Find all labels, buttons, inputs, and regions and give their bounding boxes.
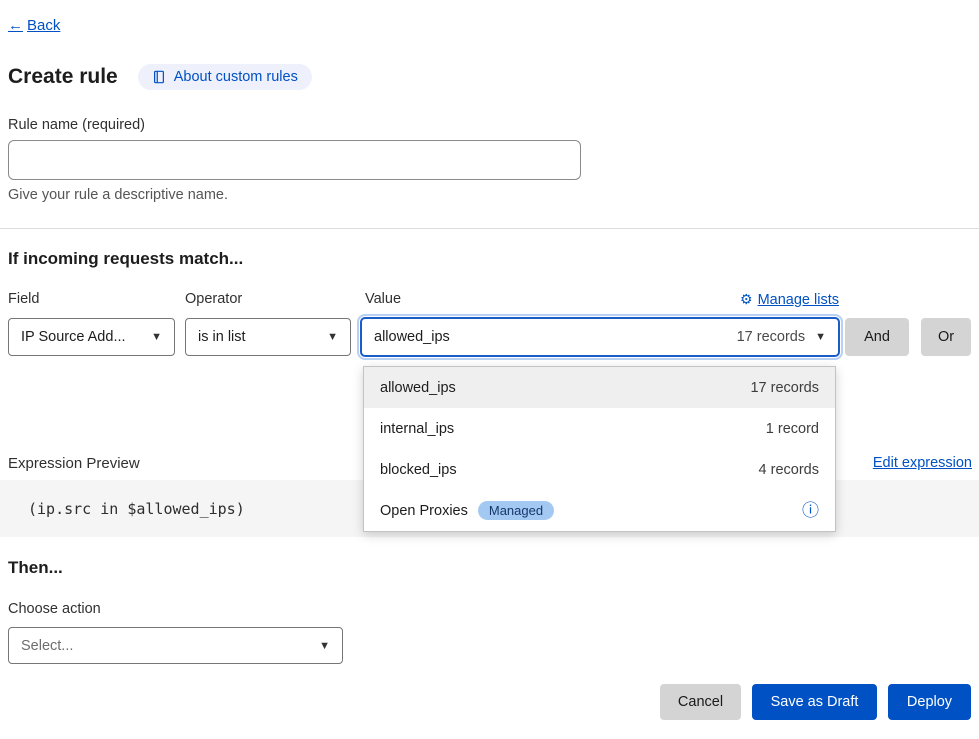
list-item-records: 4 records bbox=[759, 462, 819, 478]
action-select[interactable]: Select... ▼ bbox=[8, 627, 343, 664]
about-custom-rules-label: About custom rules bbox=[174, 69, 298, 85]
chevron-down-icon: ▼ bbox=[815, 331, 826, 343]
field-label: Field bbox=[8, 291, 39, 307]
list-item-records: 1 record bbox=[766, 421, 819, 437]
back-label: Back bbox=[27, 17, 60, 34]
list-item-name: allowed_ips bbox=[380, 380, 456, 396]
field-select-value: IP Source Add... bbox=[21, 329, 126, 345]
book-icon bbox=[152, 70, 166, 84]
chevron-down-icon: ▼ bbox=[319, 640, 330, 652]
back-link[interactable]: ← Back bbox=[8, 17, 60, 34]
value-dropdown-panel: allowed_ips 17 records internal_ips 1 re… bbox=[363, 366, 836, 532]
value-select[interactable]: allowed_ips 17 records ▼ bbox=[360, 317, 840, 357]
value-select-value: allowed_ips bbox=[374, 329, 450, 345]
rule-name-input[interactable] bbox=[8, 140, 581, 180]
manage-lists-link[interactable]: ⚙ Manage lists bbox=[740, 291, 839, 308]
back-arrow-icon: ← bbox=[8, 17, 23, 34]
list-item-records: 17 records bbox=[750, 380, 819, 396]
action-select-placeholder: Select... bbox=[21, 638, 73, 654]
then-section-title: Then... bbox=[8, 558, 63, 578]
save-draft-button[interactable]: Save as Draft bbox=[752, 684, 877, 720]
or-button[interactable]: Or bbox=[921, 318, 971, 356]
divider bbox=[0, 228, 979, 229]
expression-preview-label: Expression Preview bbox=[8, 455, 140, 472]
value-label: Value bbox=[365, 291, 401, 307]
list-item-blocked-ips[interactable]: blocked_ips 4 records bbox=[364, 449, 835, 490]
managed-badge: Managed bbox=[478, 501, 554, 520]
list-item-open-proxies[interactable]: Open Proxies Managed ⓘ bbox=[364, 490, 835, 531]
chevron-down-icon: ▼ bbox=[151, 331, 162, 343]
list-item-allowed-ips[interactable]: allowed_ips 17 records bbox=[364, 367, 835, 408]
edit-expression-link[interactable]: Edit expression bbox=[873, 455, 972, 471]
title-row: Create rule About custom rules bbox=[8, 64, 312, 90]
operator-select-value: is in list bbox=[198, 329, 246, 345]
manage-lists-label: Manage lists bbox=[758, 292, 839, 308]
and-button[interactable]: And bbox=[845, 318, 909, 356]
match-section-title: If incoming requests match... bbox=[8, 249, 243, 269]
info-icon[interactable]: ⓘ bbox=[802, 502, 819, 519]
chevron-down-icon: ▼ bbox=[327, 331, 338, 343]
choose-action-label: Choose action bbox=[8, 601, 101, 617]
about-custom-rules-link[interactable]: About custom rules bbox=[138, 64, 312, 90]
list-item-name: internal_ips bbox=[380, 421, 454, 437]
rule-name-helper: Give your rule a descriptive name. bbox=[8, 187, 228, 203]
gear-icon: ⚙ bbox=[740, 291, 753, 308]
operator-select[interactable]: is in list ▼ bbox=[185, 318, 351, 356]
rule-name-label: Rule name (required) bbox=[8, 117, 145, 133]
page-title: Create rule bbox=[8, 65, 118, 89]
list-item-name: blocked_ips bbox=[380, 462, 457, 478]
list-item-name: Open Proxies bbox=[380, 503, 468, 519]
operator-label: Operator bbox=[185, 291, 242, 307]
list-item-internal-ips[interactable]: internal_ips 1 record bbox=[364, 408, 835, 449]
expression-code-text: (ip.src in $allowed_ips) bbox=[28, 500, 245, 518]
field-select[interactable]: IP Source Add... ▼ bbox=[8, 318, 175, 356]
create-rule-page: ← Back Create rule About custom rules Ru… bbox=[0, 0, 979, 739]
cancel-button[interactable]: Cancel bbox=[660, 684, 741, 720]
value-records-count: 17 records bbox=[737, 329, 806, 345]
deploy-button[interactable]: Deploy bbox=[888, 684, 971, 720]
